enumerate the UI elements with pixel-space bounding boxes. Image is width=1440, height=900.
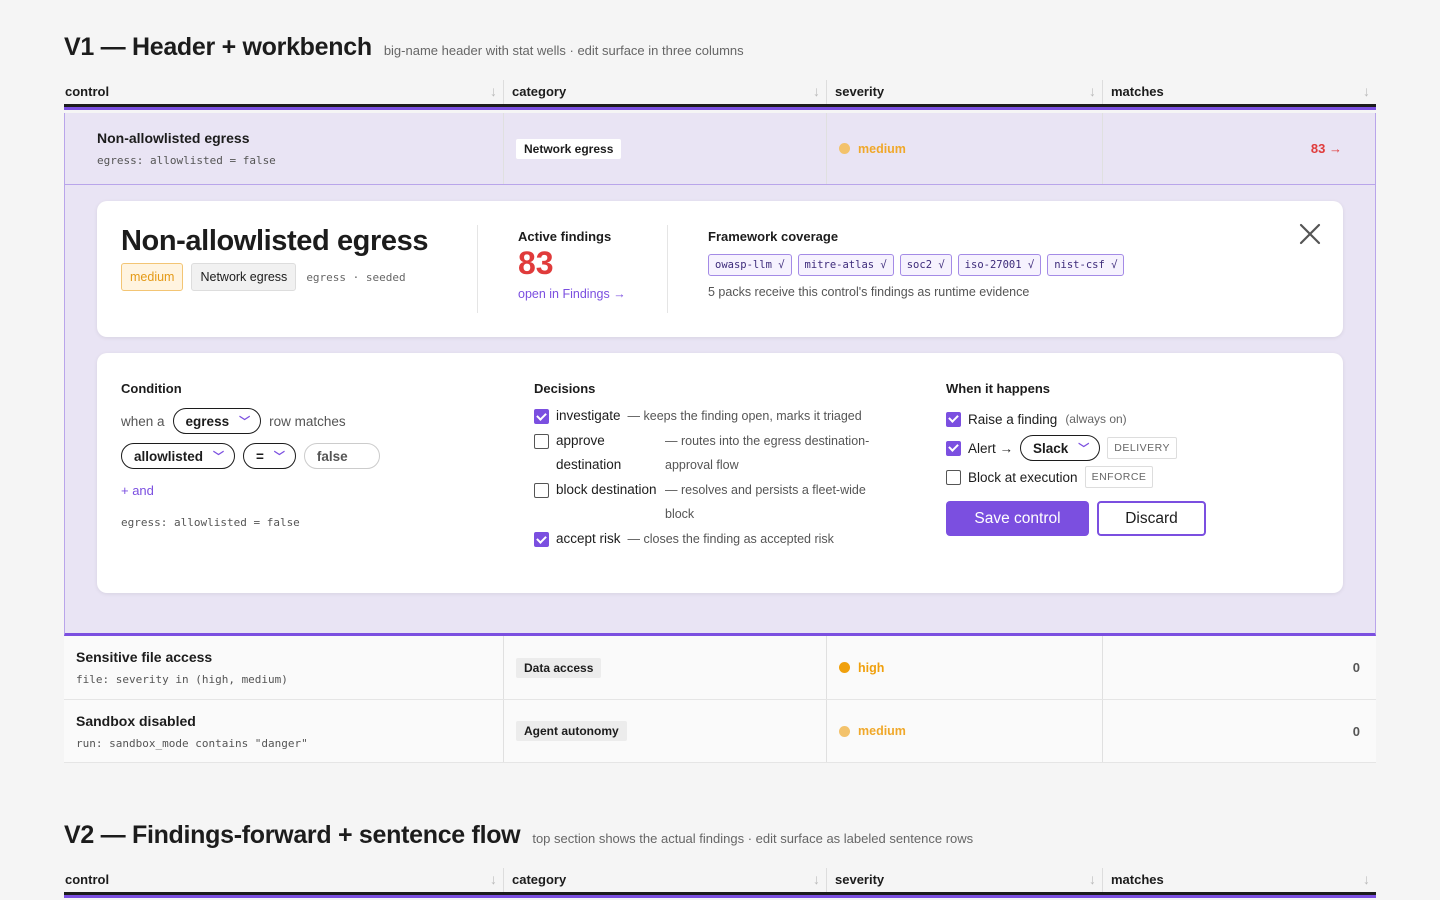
framework-pack-chip[interactable]: nist-csf √ [1047,254,1125,276]
sort-arrow-icon[interactable]: ↓ [1363,871,1376,887]
severity-dot-icon [839,725,850,737]
checkbox[interactable] [534,483,549,498]
control-expression: file: severity in (high, medium) [76,673,288,686]
close-icon[interactable] [1297,221,1323,247]
alert-option[interactable]: Alert → Slack ﹀ DELIVERY [946,435,1316,461]
sort-arrow-icon[interactable]: ↓ [1089,83,1102,99]
control-expression: run: sandbox_mode contains "danger" [76,736,308,750]
section-header-v2: V2 — Findings-forward + sentence flow to… [64,821,973,850]
sort-arrow-icon[interactable]: ↓ [490,83,503,99]
raise-finding-option[interactable]: Raise a finding (always on) [946,408,1316,430]
control-name: Sandbox disabled [76,712,196,729]
category-chip: Network egress [191,263,297,291]
control-name: Non-allowlisted egress [97,130,250,146]
column-header-severity[interactable]: severity ↓ [827,80,1103,104]
section-header-v1: V1 — Header + workbench big-name header … [64,33,744,62]
when-column: When it happens Raise a finding (always … [946,381,1316,536]
chevron-down-icon: ﹀ [239,416,251,428]
sort-arrow-icon[interactable]: ↓ [1363,83,1376,99]
table-row[interactable]: Sandbox disabled run: sandbox_mode conta… [64,700,1376,763]
severity-badge: medium [839,724,906,738]
column-header-matches[interactable]: matches ↓ [1103,868,1376,892]
condition-expression: egress: allowlisted = false [121,516,300,529]
matches-count[interactable]: 0 [1103,636,1376,699]
table-row[interactable]: Sensitive file access file: severity in … [64,636,1376,700]
section-title: V2 — Findings-forward + sentence flow [64,821,521,849]
category-chip: Data access [516,657,602,678]
sort-arrow-icon[interactable]: ↓ [1089,871,1102,887]
column-header-matches[interactable]: matches ↓ [1103,80,1376,104]
checkbox[interactable] [946,469,961,485]
severity-badge: high [839,661,884,675]
active-findings-count: 83 [518,245,554,281]
checkbox[interactable] [946,440,961,456]
column-header-severity[interactable]: severity ↓ [827,868,1103,892]
sort-arrow-icon[interactable]: ↓ [490,871,503,887]
table-row-selected[interactable]: Non-allowlisted egress egress: allowlist… [64,113,1376,185]
category-chip: Network egress [516,138,622,159]
condition-column: Condition when a egress ﹀ row matches all… [121,381,491,529]
framework-note: 5 packs receive this control's findings … [708,285,1030,299]
category-chip: Agent autonomy [516,721,627,741]
framework-pack-chip[interactable]: owasp-llm √ [708,254,792,276]
section-subtitle: big-name header with stat wells · edit s… [383,43,744,58]
table-header: control ↓ category ↓ severity ↓ matches ↓ [64,868,1376,898]
sort-arrow-icon[interactable]: ↓ [813,83,826,99]
severity-badge: medium [839,142,906,156]
framework-pack-chip[interactable]: soc2 √ [899,254,952,276]
framework-pack-chip[interactable]: iso-27001 √ [957,254,1042,276]
checkbox[interactable] [534,532,549,547]
decisions-column: Decisions investigate — keeps the findin… [534,381,894,555]
block-execution-option[interactable]: Block at execution ENFORCE [946,466,1316,488]
severity-dot-icon [839,662,850,673]
column-header-category[interactable]: category ↓ [504,80,827,104]
checkbox[interactable] [534,434,549,449]
decision-block-destination[interactable]: block destination — resolves and persist… [534,482,894,526]
table-header: control ↓ category ↓ severity ↓ matches ↓ [64,80,1376,110]
control-summary-card: Non-allowlisted egress medium Network eg… [97,201,1343,337]
open-in-findings-link[interactable]: open in Findings → [518,287,626,301]
sort-arrow-icon[interactable]: ↓ [813,871,826,887]
framework-coverage: Framework coverage owasp-llm √ mitre-atl… [708,229,1125,299]
checkbox[interactable] [534,409,549,424]
alert-target-select[interactable]: Slack ﹀ [1020,435,1101,461]
control-title: Non-allowlisted egress [121,225,429,257]
column-header-category[interactable]: category ↓ [504,868,827,892]
control-expression: egress: allowlisted = false [97,154,276,167]
expanded-editor: Non-allowlisted egress medium Network eg… [64,185,1376,636]
chevron-down-icon: ﹀ [1078,443,1090,455]
column-header-control[interactable]: control ↓ [64,868,504,892]
controls-table: control ↓ category ↓ severity ↓ matches ↓ No… [64,80,1376,763]
column-header-control[interactable]: control ↓ [64,80,504,104]
matches-link[interactable]: 83 → [1103,113,1374,184]
operator-select[interactable]: = ﹀ [243,443,296,469]
matches-count[interactable]: 0 [1103,700,1376,762]
save-control-button[interactable]: Save control [946,501,1089,536]
controls-table-v2: control ↓ category ↓ severity ↓ matches ↓ [64,868,1376,898]
field-select[interactable]: allowlisted ﹀ [121,443,236,469]
control-name: Sensitive file access [76,649,213,665]
active-findings-stat: Active findings 83 open in Findings → [518,229,626,302]
divider [667,225,668,313]
source-label: egress · seeded [306,270,406,284]
checkbox[interactable] [946,411,961,427]
decision-accept-risk[interactable]: accept risk — closes the finding as acce… [534,531,894,547]
control-edit-card: Condition when a egress ﹀ row matches all… [97,353,1343,593]
chevron-down-icon: ﹀ [213,451,225,463]
framework-pack-chip[interactable]: mitre-atlas √ [797,254,894,276]
value-input[interactable]: false [303,443,380,469]
add-condition-button[interactable]: + and [121,483,491,498]
section-subtitle: top section shows the actual findings · … [532,831,974,846]
entity-select[interactable]: egress ﹀ [172,408,262,434]
delivery-tag: DELIVERY [1107,437,1178,459]
decision-investigate[interactable]: investigate — keeps the finding open, ma… [534,408,894,424]
discard-button[interactable]: Discard [1097,501,1206,536]
divider [477,225,478,313]
severity-dot-icon [839,143,850,154]
decision-approve-destination[interactable]: approve destination — routes into the eg… [534,433,894,477]
severity-chip: medium [121,263,184,291]
chevron-down-icon: ﹀ [273,451,285,463]
section-title: V1 — Header + workbench [64,33,372,61]
enforce-tag: ENFORCE [1084,466,1154,488]
